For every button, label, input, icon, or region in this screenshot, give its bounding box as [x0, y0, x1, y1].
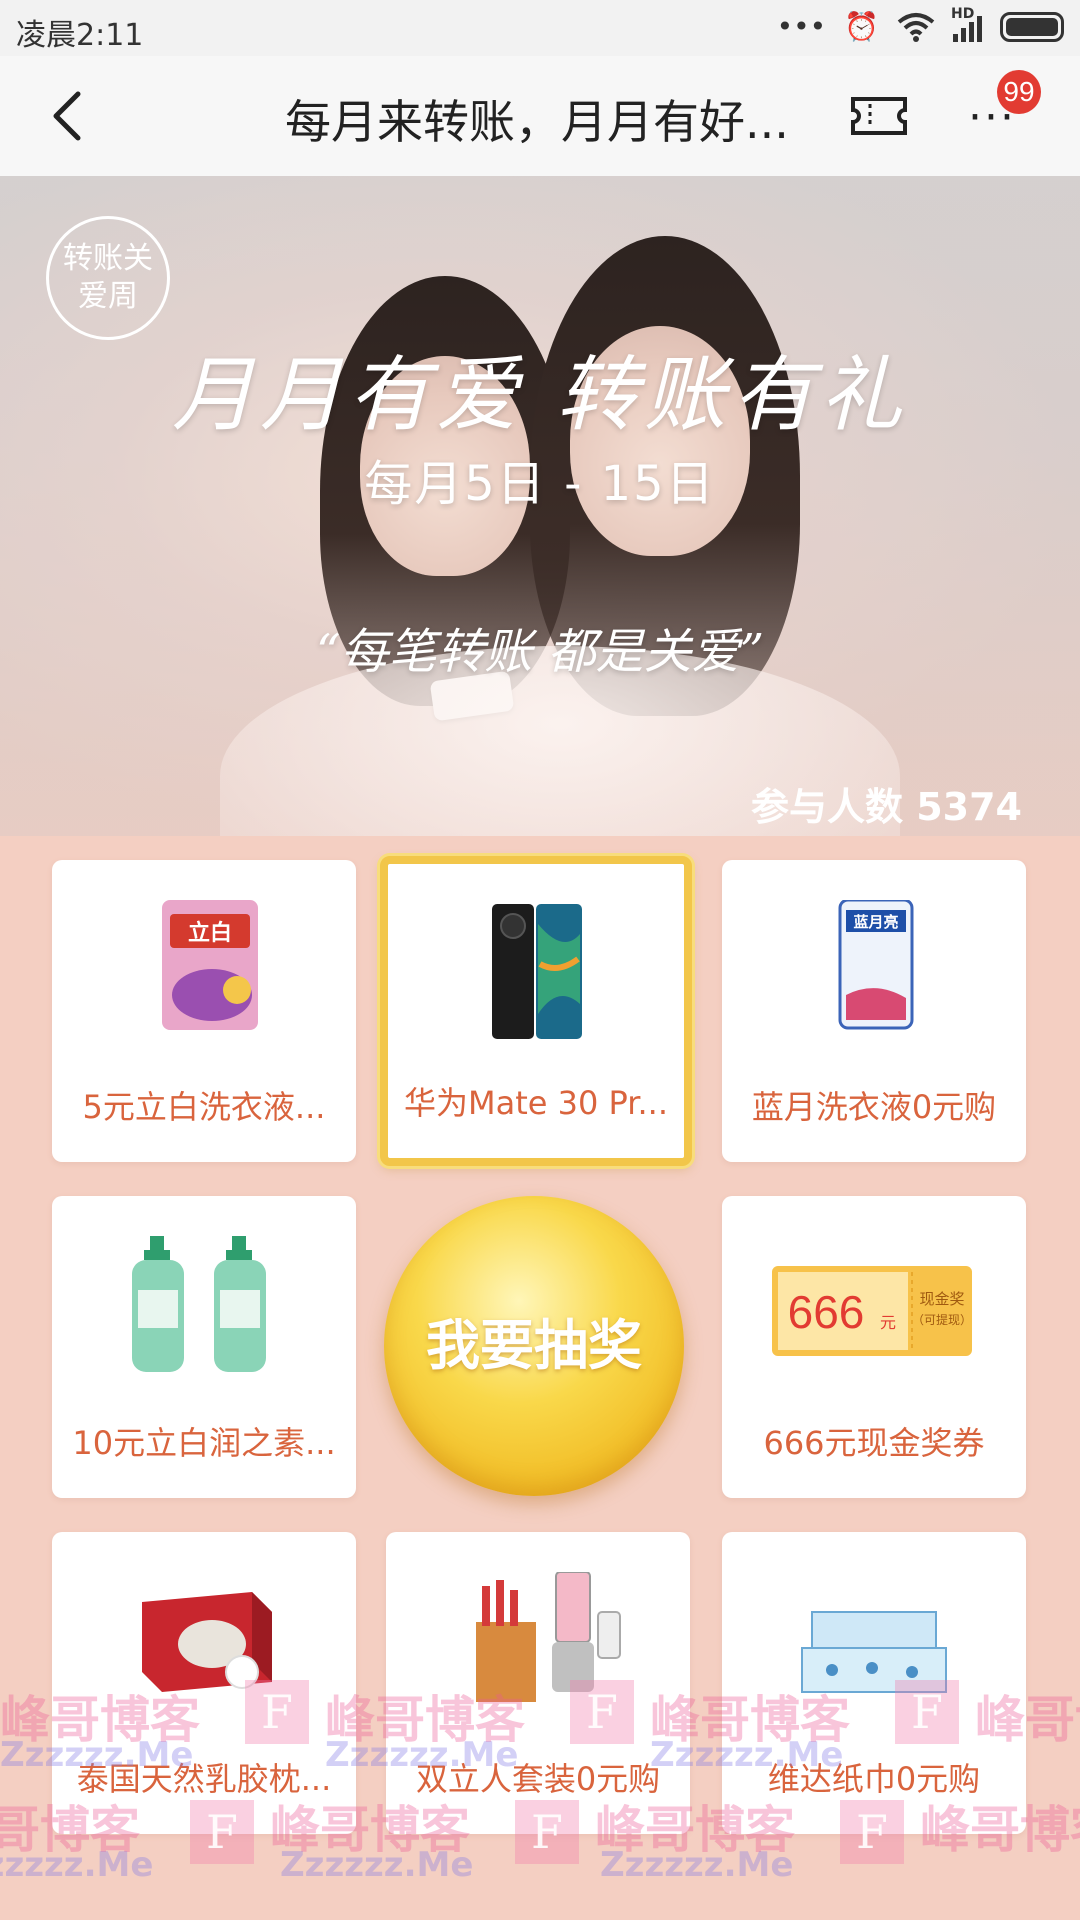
bluemoon-detergent-image: 蓝月亮 [838, 900, 914, 1030]
prize-label: 蓝月洗衣液0元购 [751, 1088, 997, 1126]
week-logo: 转账关爱周 [46, 216, 170, 340]
liby-logo-text: 立白 [188, 920, 232, 946]
cash-coupon-image: 666 元 现金奖 （可提现） [772, 1266, 972, 1356]
watermark-letter: F [840, 1800, 904, 1864]
coupon-amount: 666 [788, 1286, 865, 1338]
prize-card-bluemoon: 蓝月亮 蓝月洗衣液0元购 [722, 860, 1026, 1162]
prize-label: 维达纸巾0元购 [767, 1760, 981, 1798]
more-dots-icon: ••• [776, 10, 827, 43]
page-title: 每月来转账，月月有好... [285, 95, 789, 146]
prize-card-pillow: 泰国天然乳胶枕... [52, 1532, 356, 1834]
huawei-phone-image [492, 904, 582, 1039]
prize-label: 华为Mate 30 Pr... [404, 1084, 668, 1122]
liby-detergent-image: 立白 [162, 900, 258, 1030]
prize-card-huawei: 华为Mate 30 Pr... [380, 856, 692, 1166]
prize-label: 泰国天然乳胶枕... [76, 1760, 332, 1798]
alarm-icon: ⏰ [844, 10, 879, 43]
watermark-letter: F [895, 1680, 959, 1744]
bluemoon-logo-text: 蓝月亮 [853, 913, 898, 931]
coupon-note: （可提现） [912, 1312, 972, 1327]
hero-subtitle: 每月5日 - 15日 [364, 456, 716, 512]
back-chevron-icon[interactable] [40, 86, 100, 146]
prize-card-vinda: 维达纸巾0元购 [722, 1532, 1026, 1834]
hd-label: HD [951, 6, 975, 22]
prize-card-soap: 10元立白润之素... [52, 1196, 356, 1498]
watermark-domain: Zzzzzz.Me [600, 1845, 794, 1885]
watermark-letter: F [515, 1800, 579, 1864]
hero-title: 月月有爱 转账有礼 [171, 348, 909, 443]
latex-pillow-image [142, 1592, 272, 1692]
status-time: 凌晨2:11 [16, 18, 144, 53]
coupon-unit: 元 [880, 1313, 896, 1332]
battery-icon [1000, 12, 1064, 42]
watermark-domain: Zzzzzz.Me [0, 1845, 154, 1885]
hand-soap-image [132, 1236, 266, 1372]
watermark-domain: Zzzzzz.Me [280, 1845, 474, 1885]
prize-label: 666元现金奖券 [763, 1424, 985, 1462]
coupon-title: 现金奖 [919, 1290, 964, 1308]
draw-button[interactable]: 我要抽奖 [384, 1196, 684, 1496]
nav-bar: 每月来转账，月月有好... ··· 99 [0, 56, 1080, 177]
notification-badge: 99 [997, 70, 1041, 114]
prize-label: 5元立白洗衣液... [82, 1088, 326, 1126]
prize-card-coupon: 666 元 现金奖 （可提现） 666元现金奖券 [722, 1196, 1026, 1498]
watermark-letter: F [570, 1680, 634, 1744]
status-icons: ••• ⏰ HD [776, 6, 1064, 44]
participant-count: 参与人数 5374 [751, 785, 1022, 829]
prize-card-liby: 立白 5元立白洗衣液... [52, 860, 356, 1162]
tissue-boxes-image [801, 1611, 947, 1693]
prize-label: 10元立白润之素... [72, 1424, 336, 1462]
status-bar: 凌晨2:11 ••• ⏰ HD [0, 0, 1080, 56]
ticket-icon[interactable] [850, 96, 908, 136]
hd-signal-icon: HD [951, 6, 982, 42]
watermark-letter: F [245, 1680, 309, 1744]
watermark-letter: F [190, 1800, 254, 1864]
hero-quote: “每笔转账 都是关爱” [315, 624, 765, 680]
hero-banner: 转账关爱周 月月有爱 转账有礼 每月5日 - 15日 “每笔转账 都是关爱” 参… [0, 176, 1080, 836]
knife-set-image [476, 1572, 621, 1702]
wifi-icon [897, 13, 935, 42]
prize-label: 双立人套装0元购 [415, 1760, 661, 1798]
prize-card-zwilling: 双立人套装0元购 [386, 1532, 690, 1834]
